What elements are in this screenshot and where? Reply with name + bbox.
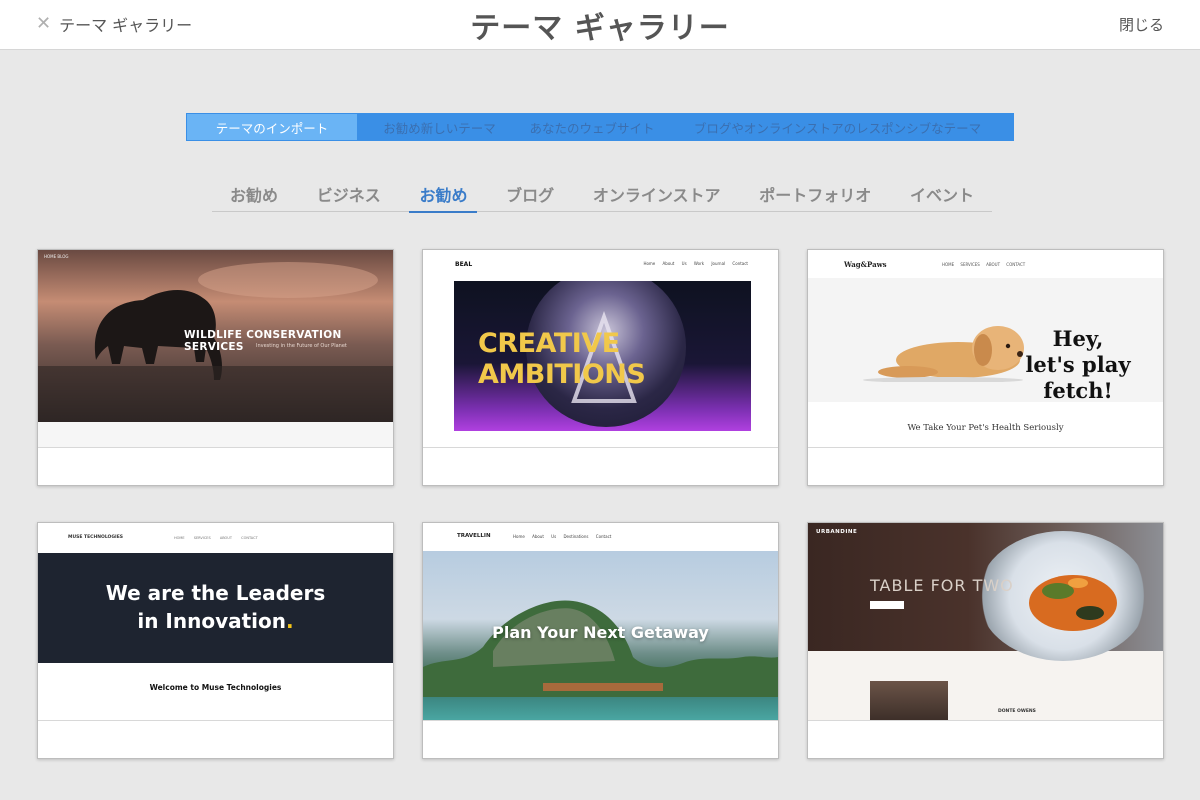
hero-button	[870, 601, 904, 609]
chef-image	[870, 681, 948, 720]
category-event[interactable]: イベント	[910, 176, 974, 212]
tab-recommended-new[interactable]: お勧め新しいテーマ	[357, 114, 522, 140]
food-icon	[1029, 575, 1117, 631]
card-footer	[38, 448, 393, 485]
tab-responsive-themes[interactable]: ブログやオンラインストアのレスポンシブなテーマ	[662, 114, 1013, 140]
theme-source-tabs: テーマのインポート お勧め新しいテーマ あなたのウェブサイト ブログやオンライン…	[186, 113, 1014, 141]
theme-card-urbandine[interactable]: URBANDINE TABLE FOR TWO DONTE OWENS	[807, 522, 1164, 759]
category-recommended-active[interactable]: お勧め	[409, 176, 478, 213]
category-online-store[interactable]: オンラインストア	[593, 176, 721, 212]
theme-nav: HOME BLOG	[44, 254, 69, 259]
hero-title: Plan Your Next Getaway	[492, 623, 709, 642]
category-portfolio[interactable]: ポートフォリオ	[759, 176, 871, 212]
tab-import-theme[interactable]: テーマのインポート	[187, 114, 357, 140]
theme-preview: URBANDINE TABLE FOR TWO DONTE OWENS	[808, 523, 1163, 721]
theme-nav: HOME SERVICES ABOUT CONTACT	[174, 536, 258, 540]
category-business[interactable]: ビジネス	[317, 176, 381, 212]
theme-title: WILDLIFE CONSERVATION SERVICES	[184, 329, 342, 353]
card-footer	[808, 721, 1163, 758]
hero-headline: We are the Leaders in Innovation.	[105, 581, 326, 633]
hero-title: TABLE FOR TWO	[870, 576, 1014, 595]
theme-tagline: We Take Your Pet's Health Seriously	[907, 423, 1064, 433]
card-footer	[38, 721, 393, 758]
theme-card-muse-technologies[interactable]: MUSE TECHNOLOGIES HOME SERVICES ABOUT CO…	[37, 522, 394, 759]
card-footer	[423, 448, 778, 485]
puppy-icon	[863, 326, 1024, 382]
theme-preview: MUSE TECHNOLOGIES HOME SERVICES ABOUT CO…	[38, 523, 393, 721]
close-button[interactable]: 閉じる	[1119, 14, 1164, 35]
tab-your-website[interactable]: あなたのウェブサイト	[522, 114, 662, 140]
page-title: テーマ ギャラリー	[470, 11, 730, 46]
theme-nav: Home About Us Destinations Contact	[513, 534, 612, 539]
theme-logo: Wag&Paws	[844, 260, 887, 269]
theme-preview: BEAL Home About Us Work Journal Contact …	[423, 250, 778, 448]
island-icon	[423, 600, 778, 697]
theme-card-travellin[interactable]: TRAVELLIN Home About Us Destinations Con…	[422, 522, 779, 759]
theme-logo: TRAVELLIN	[457, 533, 491, 539]
theme-welcome: Welcome to Muse Technologies	[149, 683, 282, 692]
card-footer	[423, 721, 778, 758]
hero-text: CREATIVE AMBITIONS	[478, 328, 646, 390]
hero-image: Hey, let's play fetch!	[808, 278, 1163, 403]
theme-footer-strip	[38, 422, 393, 447]
theme-card-wag-paws[interactable]: Wag&Paws HOME SERVICES ABOUT CONTACT Hey…	[807, 249, 1164, 486]
theme-card-wildlife[interactable]: HOME BLOG WILDLIFE CONSERVATION SERVICES…	[37, 249, 394, 486]
theme-logo: MUSE TECHNOLOGIES	[68, 535, 124, 540]
category-recommended[interactable]: お勧め	[230, 176, 278, 212]
card-footer	[808, 448, 1163, 485]
chef-name: DONTE OWENS	[998, 709, 1036, 714]
top-header: ✕ テーマ ギャラリー テーマ ギャラリー 閉じる	[0, 0, 1200, 50]
category-blog[interactable]: ブログ	[506, 176, 554, 212]
plate-image	[978, 531, 1148, 661]
theme-preview: HOME BLOG WILDLIFE CONSERVATION SERVICES…	[38, 250, 393, 448]
theme-card-creative-ambitions[interactable]: BEAL Home About Us Work Journal Contact …	[422, 249, 779, 486]
category-tabs: お勧め ビジネス お勧め ブログ オンラインストア ポートフォリオ イベント	[212, 176, 992, 213]
hero-image: CREATIVE AMBITIONS	[454, 281, 751, 431]
theme-preview: TRAVELLIN Home About Us Destinations Con…	[423, 523, 778, 721]
theme-subtitle: Investing in the Future of Our Planet	[256, 343, 347, 349]
hero-text: Hey, let's play fetch!	[1025, 326, 1131, 403]
theme-preview: Wag&Paws HOME SERVICES ABOUT CONTACT Hey…	[808, 250, 1163, 448]
theme-nav: HOME SERVICES ABOUT CONTACT	[942, 262, 1026, 267]
theme-logo: BEAL	[455, 261, 473, 268]
theme-nav: Home About Us Work Journal Contact	[643, 261, 748, 266]
theme-logo: URBANDINE	[816, 529, 858, 535]
